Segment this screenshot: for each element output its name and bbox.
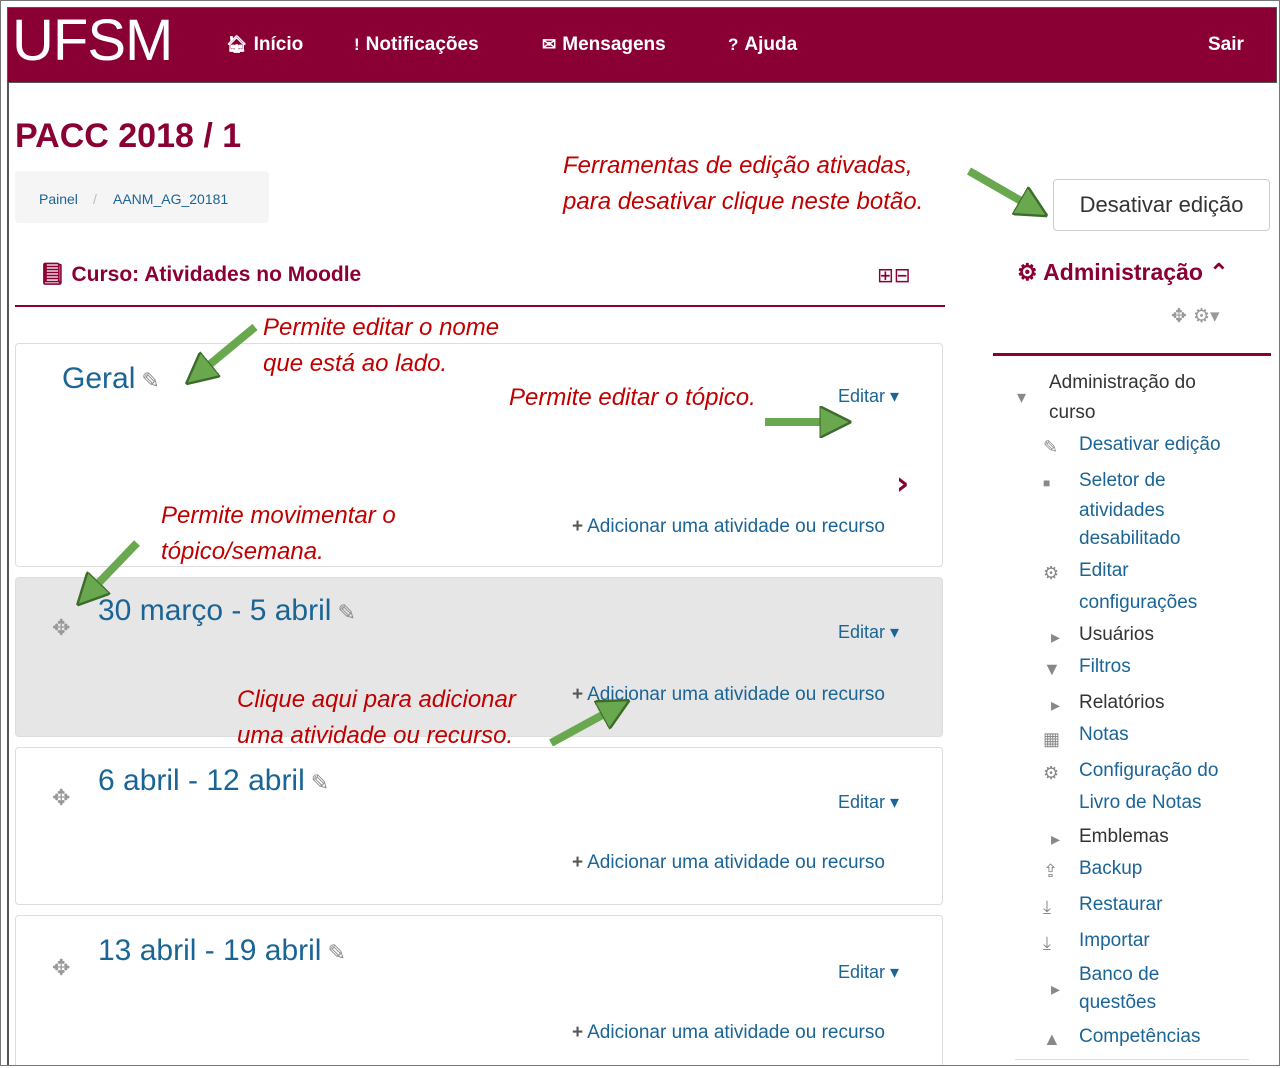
admin-item-seletor-line2[interactable]: atividades	[1079, 497, 1165, 525]
caret-right-icon[interactable]: ▸	[1051, 691, 1060, 719]
bullet-icon: ■	[1043, 476, 1051, 490]
admin-item-relatorios[interactable]: Relatórios	[1079, 689, 1165, 717]
admin-item-importar[interactable]: Importar	[1079, 927, 1150, 955]
admin-bottom-rule	[1015, 1059, 1249, 1060]
admin-course-admin-line2[interactable]: curso	[1049, 399, 1095, 427]
download-icon: ⤓	[1043, 933, 1051, 953]
admin-item-emblemas[interactable]: Emblemas	[1079, 823, 1169, 851]
caret-right-icon[interactable]: ▸	[1051, 975, 1060, 1003]
admin-item-restaurar[interactable]: Restaurar	[1079, 891, 1162, 919]
admin-item-competencias[interactable]: Competências	[1079, 1023, 1200, 1051]
admin-item-desativar-edicao[interactable]: Desativar edição	[1079, 431, 1221, 459]
gear-icon: ⚙	[1043, 563, 1060, 583]
table-icon: ▦	[1043, 729, 1061, 749]
move-icon[interactable]: ✥	[1171, 305, 1187, 327]
download-icon: ⤓	[1043, 897, 1051, 917]
admin-item-usuarios[interactable]: Usuários	[1079, 621, 1154, 649]
arrow-to-add-activity	[549, 707, 617, 747]
admin-course-admin-line1[interactable]: Administração do	[1049, 369, 1196, 397]
admin-item-filtros[interactable]: Filtros	[1079, 653, 1131, 681]
gear-icon: ⚙	[1043, 763, 1060, 783]
filter-icon: ▼	[1043, 659, 1061, 679]
pencil-icon: ✎	[1043, 437, 1059, 457]
caret-right-icon[interactable]: ▸	[1051, 623, 1060, 651]
admin-item-config-notas[interactable]: Configuração do	[1079, 757, 1218, 785]
admin-divider	[993, 353, 1271, 356]
caret-right-icon[interactable]: ▸	[1051, 825, 1060, 853]
gear-icon[interactable]: ⚙▾	[1193, 305, 1220, 327]
admin-item-seletor-line3[interactable]: desabilitado	[1079, 525, 1180, 553]
admin-item-notas[interactable]: Notas	[1079, 721, 1129, 749]
competency-icon: ▲	[1043, 1029, 1061, 1049]
chevron-up-icon[interactable]: ⌃	[1203, 259, 1228, 285]
admin-item-banco-questoes-line2[interactable]: questões	[1079, 989, 1156, 1017]
admin-item-config-notas-line2[interactable]: Livro de Notas	[1079, 789, 1202, 817]
arrow-to-move-icon	[87, 540, 140, 595]
block-controls[interactable]: ✥ ⚙▾	[1171, 305, 1220, 327]
admin-item-backup[interactable]: Backup	[1079, 855, 1142, 883]
upload-icon: ⇪	[1043, 861, 1059, 881]
caret-down-icon[interactable]: ▾	[1017, 383, 1026, 411]
admin-block-title[interactable]: ⚙ Administração ⌃	[1017, 259, 1229, 286]
admin-item-banco-questoes[interactable]: Banco de	[1079, 961, 1159, 989]
cogs-icon: ⚙	[1017, 259, 1044, 285]
screenshot-frame: UFSM 🏠︎ Início ! Notificações ✉ Mensagens ?…	[0, 0, 1280, 1066]
arrow-to-toggle-button	[967, 167, 1035, 209]
admin-item-editar-config-line2[interactable]: configurações	[1079, 589, 1197, 617]
arrow-to-pencil	[197, 323, 258, 375]
admin-item-seletor[interactable]: Seletor de	[1079, 467, 1166, 495]
admin-item-editar-config[interactable]: Editar	[1079, 557, 1129, 585]
